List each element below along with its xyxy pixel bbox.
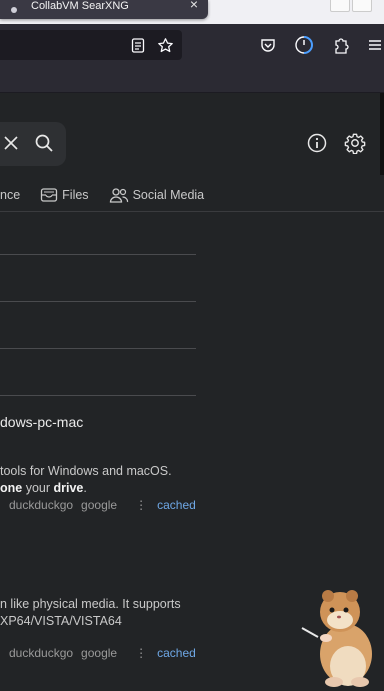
more-options-icon[interactable]: ⋮: [135, 498, 147, 512]
account-sync-icon[interactable]: [293, 34, 315, 56]
search-icon[interactable]: [34, 133, 54, 158]
engine-label: google: [81, 646, 118, 660]
clear-search-icon[interactable]: [3, 135, 19, 156]
extensions-icon[interactable]: [331, 35, 351, 55]
result-title-link[interactable]: dows-pc-mac: [0, 414, 83, 430]
reader-view-icon[interactable]: [130, 37, 146, 53]
category-label: Files: [62, 188, 89, 202]
hamster-sticker: [301, 590, 372, 687]
scrollbar[interactable]: [380, 93, 384, 175]
engine-label: duckduckgo: [9, 498, 74, 512]
search-header: nce Files Social Media: [0, 93, 384, 212]
cached-link[interactable]: cached: [157, 498, 196, 512]
tab-title: CollabVM SearXNG: [31, 0, 129, 12]
result-divider: [0, 301, 196, 302]
browser-tab[interactable]: CollabVM SearXNG ×: [0, 0, 208, 19]
social-media-icon: [109, 187, 129, 203]
engine-label: duckduckgo: [9, 646, 74, 660]
settings-gear-icon[interactable]: [344, 132, 366, 159]
window-maximize-button[interactable]: [352, 0, 372, 12]
tab-science[interactable]: nce: [0, 188, 20, 202]
result-divider: [0, 254, 196, 255]
search-input[interactable]: [0, 122, 66, 166]
bookmarks-bar: [0, 64, 384, 93]
engine-label: google: [81, 498, 118, 512]
tab-favicon-icon: [11, 6, 17, 13]
bookmark-star-icon[interactable]: [156, 36, 174, 54]
category-label: nce: [0, 188, 21, 202]
address-bar[interactable]: [0, 30, 182, 60]
tab-social-media[interactable]: Social Media: [109, 187, 205, 203]
more-options-icon[interactable]: ⋮: [135, 646, 147, 660]
result-engines: duckduckgo google ⋮ cached: [9, 646, 196, 660]
pocket-icon[interactable]: [259, 36, 277, 54]
tab-strip: CollabVM SearXNG ×: [0, 0, 384, 24]
category-label: Social Media: [132, 188, 205, 202]
result-snippet: tools for Windows and macOS. one your dr…: [0, 464, 172, 495]
tab-close-icon[interactable]: ×: [190, 0, 198, 12]
files-icon: [40, 187, 58, 203]
cached-link[interactable]: cached: [157, 646, 196, 660]
info-icon[interactable]: [307, 133, 327, 158]
nav-toolbar: [0, 24, 384, 64]
app-menu-icon[interactable]: [366, 36, 384, 54]
result-divider: [0, 395, 196, 396]
result-snippet: n like physical media. It supports XP64/…: [0, 597, 181, 628]
result-engines: duckduckgo google ⋮ cached: [9, 498, 196, 512]
category-tabs: nce Files Social Media: [0, 185, 204, 205]
window-minimize-button[interactable]: [330, 0, 350, 12]
result-divider: [0, 348, 196, 349]
tab-files[interactable]: Files: [40, 187, 89, 203]
